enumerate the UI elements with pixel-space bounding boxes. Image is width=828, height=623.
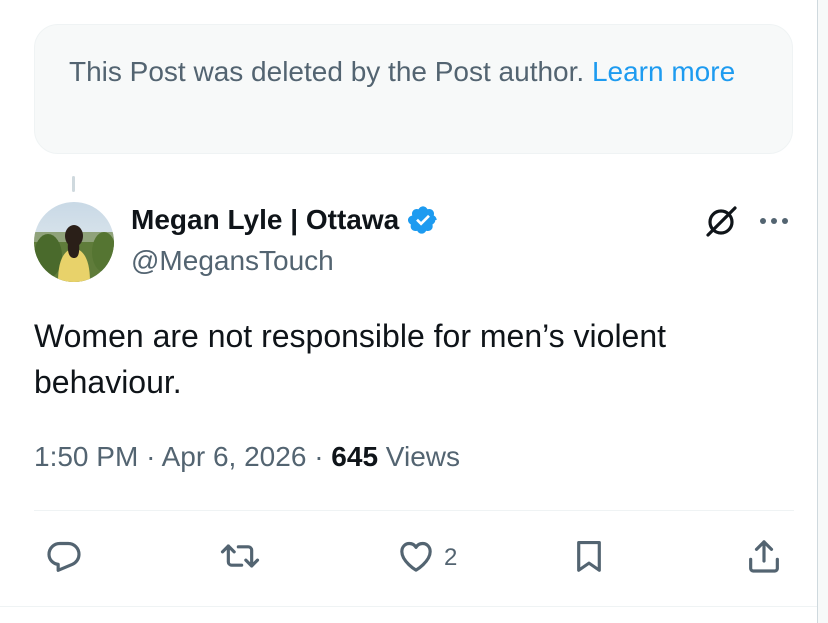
scrollbar-track[interactable]: [817, 0, 828, 623]
author-handle[interactable]: @MegansTouch: [131, 243, 334, 279]
post-metadata: 1:50 PM · Apr 6, 2026 · 645 Views: [34, 437, 460, 477]
learn-more-link[interactable]: Learn more: [592, 56, 735, 87]
views-label: Views: [385, 441, 460, 472]
author-name-text: Megan Lyle | Ottawa: [131, 204, 400, 235]
author-name[interactable]: Megan Lyle | Ottawa: [131, 201, 439, 239]
like-button[interactable]: 2: [396, 536, 457, 580]
bookmark-icon: [570, 536, 608, 581]
post-time[interactable]: 1:50 PM: [34, 441, 138, 472]
views-count: 645: [331, 441, 386, 472]
more-options-icon[interactable]: [757, 206, 791, 236]
deleted-notice-text: This Post was deleted by the Post author…: [69, 56, 592, 87]
share-button[interactable]: [744, 536, 784, 580]
share-icon: [744, 536, 784, 581]
meta-separator: ·: [146, 441, 162, 472]
thread-connector-line: [72, 176, 75, 192]
repost-button[interactable]: [218, 536, 262, 580]
heart-icon: [396, 536, 436, 581]
verified-badge-icon[interactable]: [407, 204, 439, 236]
grok-icon[interactable]: [702, 203, 740, 241]
post-text: Women are not responsible for men’s viol…: [34, 318, 667, 400]
divider: [34, 510, 794, 511]
reply-button[interactable]: [44, 536, 84, 580]
tweet-detail-page: This Post was deleted by the Post author…: [0, 0, 828, 623]
repost-icon: [218, 536, 262, 581]
avatar[interactable]: [34, 202, 114, 282]
deleted-post-notice: This Post was deleted by the Post author…: [34, 24, 793, 154]
like-count: 2: [444, 544, 458, 571]
meta-separator: ·: [314, 441, 332, 472]
divider: [0, 606, 817, 607]
post-date[interactable]: Apr 6, 2026: [162, 441, 307, 472]
bookmark-button[interactable]: [570, 536, 608, 580]
reply-icon: [44, 536, 84, 581]
